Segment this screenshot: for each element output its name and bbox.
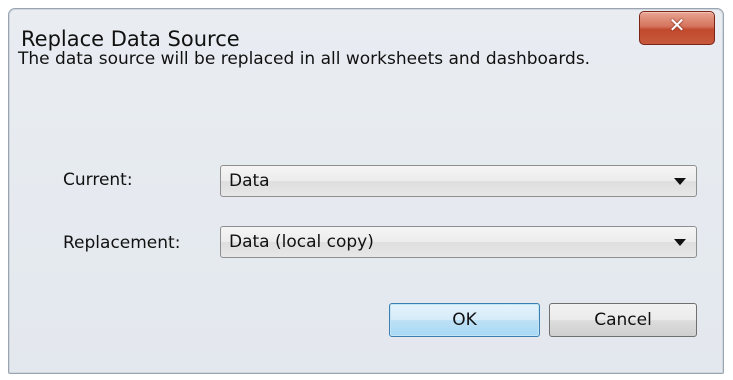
current-data-source-dropdown[interactable]: Data (220, 165, 697, 197)
dropdown-arrow-icon (674, 178, 686, 185)
cancel-button[interactable]: Cancel (549, 303, 697, 337)
replacement-label: Replacement: (63, 233, 181, 253)
current-data-source-value: Data (229, 171, 270, 191)
dropdown-arrow-icon (674, 239, 686, 246)
info-message: The data source will be replaced in all … (18, 49, 591, 69)
replacement-data-source-dropdown[interactable]: Data (local copy) (220, 226, 697, 258)
current-label: Current: (63, 170, 133, 190)
replacement-data-source-value: Data (local copy) (229, 232, 374, 252)
close-icon: ✕ (668, 13, 686, 37)
dialog-title: Replace Data Source (21, 27, 240, 51)
close-button[interactable]: ✕ (639, 11, 715, 45)
ok-button[interactable]: OK (389, 303, 540, 337)
